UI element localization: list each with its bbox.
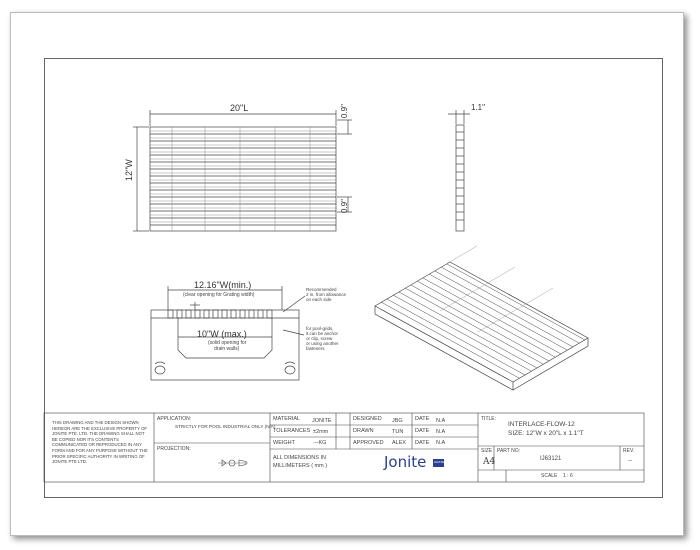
logo-badge-text: GRATE — [434, 460, 445, 464]
drawn-value: TUN — [392, 429, 404, 435]
size-value: A4 — [483, 457, 496, 467]
weight-label: WEIGHT — [273, 440, 295, 446]
rev-label: REV. — [623, 448, 635, 454]
side-view — [448, 110, 470, 232]
approved-value: ALEX — [392, 440, 407, 446]
length-dimension: 20"L — [230, 103, 249, 113]
rev-value: -- — [628, 458, 632, 464]
clear-opening-note: (clear opening for Grating width) — [183, 292, 255, 298]
designed-value: JBG — [392, 418, 403, 424]
date-label-1: DATE — [415, 416, 430, 422]
disclaimer-text: THIS DRAWING AND THE DESIGN SHOWN HEREON… — [52, 420, 148, 465]
solid-opening-note-2: drain walls) — [214, 346, 240, 352]
isometric-view — [374, 245, 589, 391]
bar-bottom-dimension: 0.9" — [340, 199, 349, 213]
weight-value: ---KG — [313, 440, 327, 446]
part-no-value: IJ63121 — [540, 456, 562, 462]
title-label: TITLE: — [481, 416, 497, 422]
date-value-3: N.A — [436, 440, 446, 446]
title-line-1: INTERLACE-FLOW-12 — [508, 421, 575, 428]
max-width-dimension: 10"W (max.) — [197, 329, 247, 339]
tolerances-label: TOLERANCES — [273, 428, 311, 434]
drawing-graphics — [43, 110, 645, 483]
jonite-logo: Jonite — [384, 453, 427, 471]
dims-note-1: ALL DIMENSIONS IN — [273, 455, 326, 461]
date-label-3: DATE — [415, 440, 430, 446]
title-line-2: SIZE: 12"W x 20"L x 1.1"T — [508, 430, 584, 437]
material-label: MATERIAL — [273, 416, 301, 422]
date-label-2: DATE — [415, 428, 430, 434]
plan-view — [133, 110, 352, 232]
drawn-label: DRAWN — [353, 428, 374, 434]
dims-note-2: MILLIMETERS ( mm ) — [273, 463, 328, 469]
designed-label: DESIGNED — [353, 416, 382, 422]
application-value: STRICTLY FOR POOL INDUSTRIAL ONLY (N/A) — [175, 424, 276, 429]
width-dimension: 12"W — [124, 159, 134, 181]
size-label: SIZE — [481, 448, 493, 454]
scale-label: SCALE — [541, 473, 558, 479]
date-value-1: N.A — [436, 418, 446, 424]
depth-dimension: 1.1" — [471, 103, 485, 112]
recommend-note-3: on each side — [306, 297, 332, 302]
date-value-2: N.A — [436, 429, 446, 435]
application-label: APPLICATION: — [157, 416, 192, 422]
min-width-dimension: 12.16"W(min.) — [194, 280, 252, 290]
approved-label: APPROVED — [353, 440, 384, 446]
material-value: JONITE — [312, 418, 332, 424]
scale-value: 1 : 6 — [563, 473, 573, 479]
grip-note-5: fasteners — [306, 346, 325, 351]
bar-top-dimension: 0.9" — [340, 104, 349, 118]
projection-label: PROJECTION: — [157, 446, 191, 452]
tolerances-value: ±2mm — [313, 429, 329, 435]
part-no-label: PART NO: — [497, 448, 521, 454]
